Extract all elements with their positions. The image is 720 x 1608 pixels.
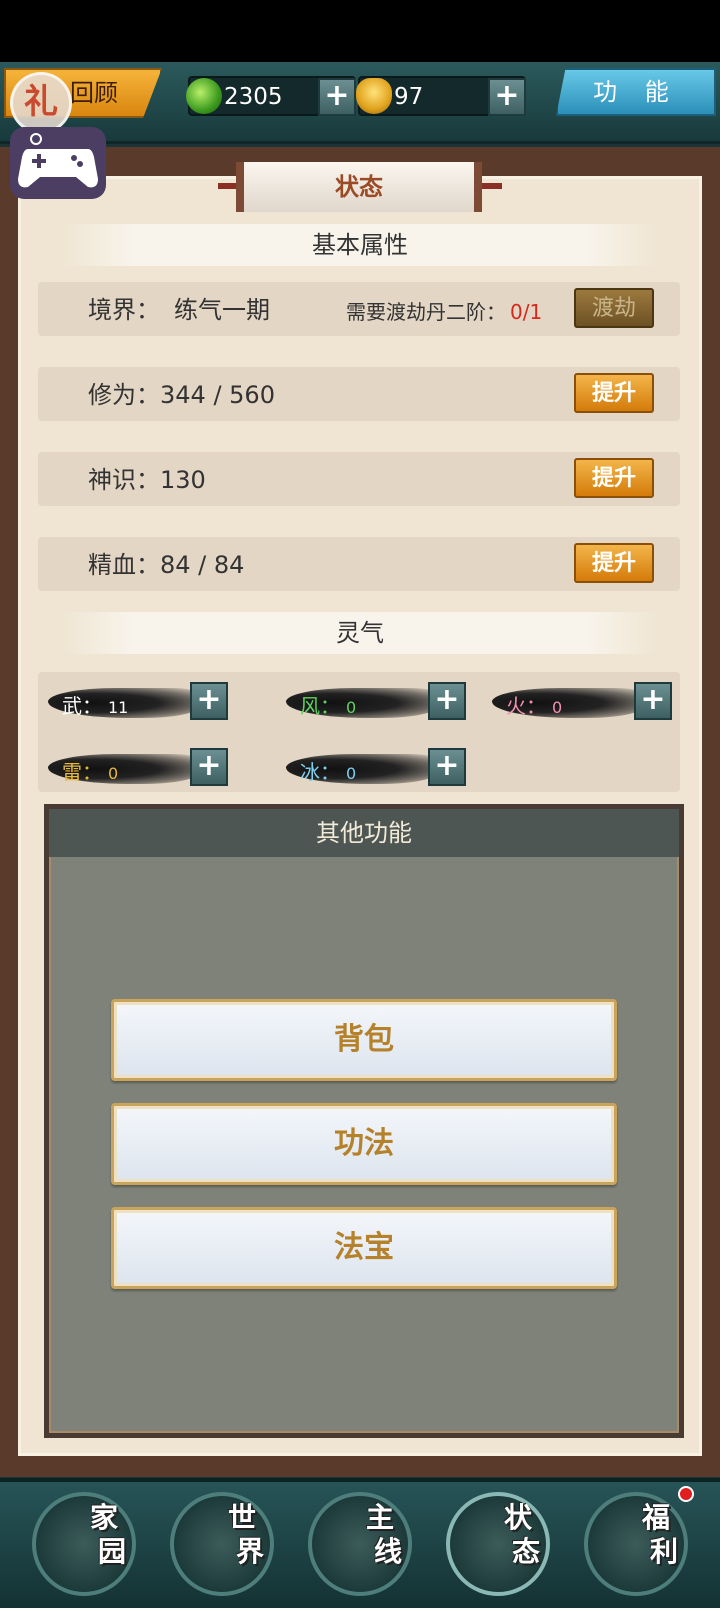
- gold-ingot-icon: [356, 78, 392, 114]
- qi-martial: 武： 11 +: [48, 682, 258, 722]
- gift-icon[interactable]: 礼: [10, 72, 72, 134]
- add-thunder-button[interactable]: +: [190, 748, 228, 786]
- cultivation-label: 修为：: [88, 381, 160, 409]
- add-fire-button[interactable]: +: [634, 682, 672, 720]
- top-bar: 回顾 2305 + 97 + 功 能: [0, 62, 720, 144]
- essence-blood-label: 精血：: [88, 551, 160, 579]
- essence-blood-row: 精血：84 / 84 提升: [38, 537, 680, 591]
- jade-currency: 2305 +: [186, 76, 356, 116]
- add-jade-button[interactable]: +: [318, 78, 356, 116]
- nav-status[interactable]: 状 态: [446, 1492, 556, 1602]
- add-martial-button[interactable]: +: [190, 682, 228, 720]
- add-wind-button[interactable]: +: [428, 682, 466, 720]
- nav-world[interactable]: 世 界: [170, 1492, 280, 1602]
- qi-fire: 火： 0 +: [492, 682, 702, 722]
- spirit-sense-upgrade-button[interactable]: 提升: [574, 458, 654, 498]
- jade-coin-icon: [186, 78, 222, 114]
- add-ingot-button[interactable]: +: [488, 78, 526, 116]
- tribulation-requirement-label: 需要渡劫丹二阶：: [346, 300, 506, 324]
- tribulation-button[interactable]: 渡劫: [574, 288, 654, 328]
- other-functions-header: 其他功能: [49, 809, 679, 857]
- essence-blood-upgrade-button[interactable]: 提升: [574, 543, 654, 583]
- realm-value: 练气一期: [174, 296, 270, 324]
- gamepad-icon[interactable]: [10, 127, 106, 199]
- realm-label: 境界：: [88, 296, 160, 324]
- nav-home[interactable]: 家 园: [32, 1492, 142, 1602]
- cultivation-value: 344 / 560: [160, 381, 275, 409]
- add-ice-button[interactable]: +: [428, 748, 466, 786]
- essence-blood-value: 84 / 84: [160, 551, 245, 579]
- other-functions-panel: 其他功能 背包 功法 法宝: [44, 804, 684, 1438]
- jade-amount: 2305: [224, 84, 283, 110]
- skills-button[interactable]: 功法: [111, 1103, 617, 1185]
- nav-welfare[interactable]: 福 利: [584, 1486, 694, 1602]
- spirit-sense-value: 130: [160, 466, 206, 494]
- qi-label: 武： 11: [62, 694, 129, 718]
- bottom-nav: 家 园 世 界 主 线 状 态 福 利: [0, 1478, 720, 1608]
- nav-main-quest[interactable]: 主 线: [308, 1492, 418, 1602]
- qi-wind: 风： 0 +: [286, 682, 496, 722]
- treasure-button[interactable]: 法宝: [111, 1207, 617, 1289]
- realm-row: 境界： 练气一期 需要渡劫丹二阶： 0/1 渡劫: [38, 282, 680, 336]
- qi-label: 火： 0: [506, 694, 563, 718]
- basic-attributes-header: 基本属性: [62, 224, 658, 266]
- qi-header: 灵气: [62, 612, 658, 654]
- qi-thunder: 雷： 0 +: [48, 748, 258, 788]
- cultivation-row: 修为：344 / 560 提升: [38, 367, 680, 421]
- system-status-bar: [0, 0, 720, 62]
- page-title: 状态: [236, 162, 482, 212]
- qi-section: 武： 11 + 风： 0 + 火： 0 + 雷： 0 + 冰： 0 +: [38, 672, 680, 792]
- spirit-sense-label: 神识：: [88, 466, 160, 494]
- notification-badge: [678, 1486, 694, 1502]
- tribulation-requirement-value: 0/1: [510, 300, 543, 324]
- qi-ice: 冰： 0 +: [286, 748, 496, 788]
- spirit-sense-row: 神识：130 提升: [38, 452, 680, 506]
- qi-label: 雷： 0: [62, 760, 119, 784]
- backpack-button[interactable]: 背包: [111, 999, 617, 1081]
- cultivation-upgrade-button[interactable]: 提升: [574, 373, 654, 413]
- function-button[interactable]: 功 能: [556, 68, 716, 116]
- qi-label: 风： 0: [300, 694, 357, 718]
- ingot-currency: 97 +: [356, 76, 526, 116]
- qi-label: 冰： 0: [300, 760, 357, 784]
- ingot-amount: 97: [394, 84, 424, 110]
